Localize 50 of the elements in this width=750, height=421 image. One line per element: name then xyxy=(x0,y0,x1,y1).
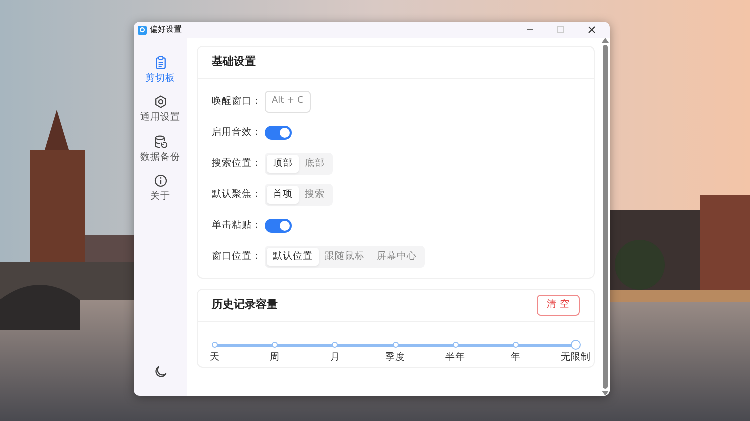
segment-option[interactable]: 底部 xyxy=(299,154,331,174)
slider-mark xyxy=(332,342,338,348)
clear-button[interactable]: 清 空 xyxy=(536,295,580,316)
sidebar-item[interactable]: 剪切板 xyxy=(146,56,176,86)
sidebar-item[interactable]: 通用设置 xyxy=(140,95,180,126)
slider-mark xyxy=(212,342,218,348)
card-title: 基础设置 xyxy=(212,54,256,70)
segment-option[interactable]: 屏幕中心 xyxy=(371,248,423,266)
slider-thumb[interactable] xyxy=(571,340,581,350)
sidebar-item[interactable]: 关于 xyxy=(150,174,170,204)
slider-mark xyxy=(272,342,278,348)
setting-label: 默认聚焦： xyxy=(212,188,262,202)
clipboard-icon xyxy=(154,56,168,70)
scroll-down-icon[interactable] xyxy=(602,391,608,396)
slider-label: 无限制 xyxy=(561,351,591,365)
segment-option[interactable]: 搜索 xyxy=(299,186,331,204)
slider-label: 周 xyxy=(270,351,280,365)
slider-label: 年 xyxy=(510,351,521,365)
sidebar-item[interactable]: 数据备份 xyxy=(140,134,180,165)
app-icon xyxy=(138,26,147,34)
shortcut-field[interactable]: Alt + C xyxy=(265,91,311,113)
setting-label: 唤醒窗口： xyxy=(212,94,262,109)
window-title: 偏好设置 xyxy=(150,24,182,36)
toggle-switch[interactable] xyxy=(265,126,292,140)
setting-label: 单击粘贴： xyxy=(212,218,262,233)
settings-icon xyxy=(154,95,168,110)
setting-label: 窗口位置： xyxy=(212,250,262,264)
segment-option[interactable]: 跟随鼠标 xyxy=(319,248,371,266)
scrollbar[interactable] xyxy=(600,38,610,396)
slider-mark xyxy=(452,342,459,348)
setting-label: 搜索位置： xyxy=(212,156,262,171)
segment-option[interactable]: 默认位置 xyxy=(267,248,319,266)
scrollbar-thumb[interactable] xyxy=(602,45,608,389)
segment-option[interactable]: 首项 xyxy=(267,186,299,204)
slider-mark xyxy=(392,342,398,348)
setting-label: 启用音效： xyxy=(212,126,262,140)
slider-label: 季度 xyxy=(386,351,406,365)
slider-label: 天 xyxy=(210,351,220,365)
slider-label: 月 xyxy=(330,351,340,365)
segment-option[interactable]: 顶部 xyxy=(267,154,299,174)
close-icon xyxy=(588,26,596,34)
database-icon xyxy=(154,134,168,148)
info-icon xyxy=(154,174,168,188)
scroll-up-icon[interactable] xyxy=(602,38,608,43)
toggle-switch[interactable] xyxy=(265,219,292,233)
maximize-icon xyxy=(557,26,565,34)
moon-icon[interactable] xyxy=(154,365,168,380)
slider-mark xyxy=(512,342,519,348)
slider-label: 半年 xyxy=(446,351,466,365)
card-title: 历史记录容量 xyxy=(212,297,278,314)
